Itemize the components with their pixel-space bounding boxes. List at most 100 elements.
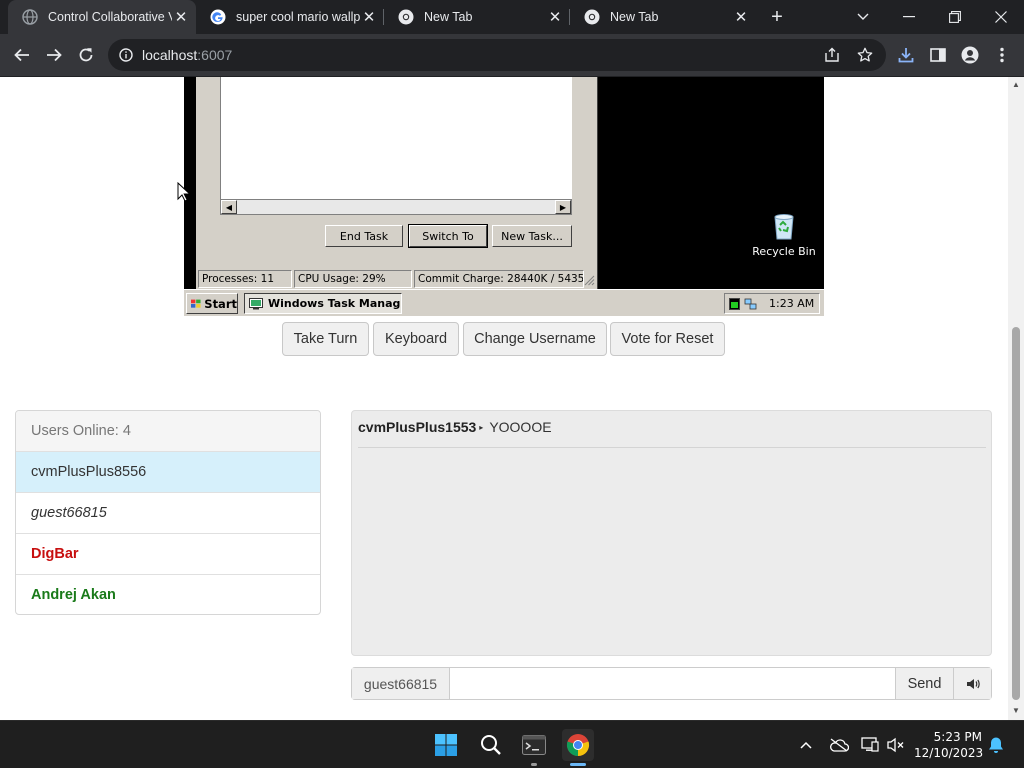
task-manager-icon <box>249 297 263 309</box>
tab-search-chevron-icon[interactable] <box>840 0 886 34</box>
chrome-icon <box>584 9 600 25</box>
onedrive-offline-icon[interactable] <box>829 735 849 755</box>
tray-network-icon[interactable] <box>744 298 757 310</box>
browser-tab-strip: Control Collaborative V ✕ super cool mar… <box>0 0 1024 34</box>
windows-start-icon[interactable] <box>430 729 462 761</box>
chat-panel: cvmPlusPlus1553 ▸ YOOOOE <box>351 410 992 656</box>
chat-message: cvmPlusPlus1553 ▸ YOOOOE <box>358 419 552 435</box>
forward-arrow-icon[interactable] <box>40 41 68 69</box>
menu-kebab-icon[interactable] <box>988 41 1016 69</box>
new-task-button[interactable]: New Task... <box>492 225 572 247</box>
chat-username-label: guest66815 <box>352 668 450 699</box>
chrome-icon <box>398 9 414 25</box>
close-tab-icon[interactable]: ✕ <box>732 8 750 26</box>
scroll-left-icon[interactable]: ◀ <box>221 200 237 214</box>
speaker-icon[interactable] <box>953 668 991 699</box>
task-list[interactable] <box>220 77 572 199</box>
tab-title: New Tab <box>424 10 473 24</box>
message-separator-icon: ▸ <box>479 423 484 432</box>
volume-muted-icon[interactable] <box>886 735 906 755</box>
chat-message-text: YOOOOE <box>489 419 552 435</box>
chrome-taskbar-icon[interactable] <box>562 729 594 761</box>
close-tab-icon[interactable]: ✕ <box>172 8 190 26</box>
user-list-item[interactable]: guest66815 <box>16 493 320 534</box>
start-label: Start <box>204 296 237 311</box>
tab-control-collaborative[interactable]: Control Collaborative V ✕ <box>8 0 196 34</box>
close-window-button[interactable] <box>978 0 1024 34</box>
tab-title: Control Collaborative V <box>48 10 172 24</box>
show-hidden-icons-chevron-icon[interactable] <box>796 735 816 755</box>
processes-count: Processes: 11 <box>198 270 292 288</box>
bookmark-star-icon[interactable] <box>857 47 873 63</box>
url-port: :6007 <box>197 47 233 63</box>
profile-icon[interactable] <box>956 41 984 69</box>
close-tab-icon[interactable]: ✕ <box>360 8 378 26</box>
commit-charge: Commit Charge: 28440K / 543536 <box>414 270 584 288</box>
scroll-down-icon[interactable]: ▼ <box>1012 707 1020 715</box>
chat-input[interactable] <box>450 668 895 699</box>
vm-clock: 1:23 AM <box>769 297 815 310</box>
chat-divider <box>358 447 986 448</box>
os-date: 12/10/2023 <box>914 746 984 760</box>
tab-new-tab-1[interactable]: New Tab ✕ <box>384 0 570 34</box>
page-scrollbar[interactable]: ▲ ▼ <box>1008 77 1024 720</box>
tray-cpu-meter-icon[interactable] <box>729 297 740 310</box>
user-list: Users Online: 4 cvmPlusPlus8556 guest668… <box>15 410 321 615</box>
vm-system-tray: 1:23 AM <box>724 293 820 314</box>
side-panel-icon[interactable] <box>924 41 952 69</box>
os-clock[interactable]: 5:23 PM 12/10/2023 <box>914 729 984 761</box>
send-button[interactable]: Send <box>895 668 953 699</box>
url-host: localhost <box>142 47 198 63</box>
recycle-bin-icon <box>774 214 794 240</box>
vm-start-button[interactable]: Start <box>186 293 238 314</box>
share-icon[interactable] <box>824 47 840 63</box>
search-icon[interactable] <box>475 729 507 761</box>
info-icon[interactable] <box>119 48 133 62</box>
vote-reset-button[interactable]: Vote for Reset <box>610 322 725 356</box>
chat-message-username: cvmPlusPlus1553 <box>358 419 477 435</box>
recycle-bin[interactable]: Recycle Bin <box>749 211 819 258</box>
new-tab-button[interactable]: + <box>765 6 789 28</box>
scrollbar-thumb[interactable] <box>1012 327 1020 700</box>
tab-new-tab-2[interactable]: New Tab ✕ <box>570 0 756 34</box>
download-icon[interactable] <box>892 41 920 69</box>
change-username-button[interactable]: Change Username <box>463 322 607 356</box>
tab-title: New Tab <box>610 10 659 24</box>
horizontal-scrollbar[interactable]: ◀ ▶ <box>220 199 572 215</box>
task-label: Windows Task Manag... <box>268 297 402 310</box>
notification-bell-icon[interactable] <box>986 735 1006 755</box>
minimize-button[interactable] <box>886 0 932 34</box>
vm-task-manager-taskbutton[interactable]: Windows Task Manag... <box>244 293 402 314</box>
keyboard-button[interactable]: Keyboard <box>373 322 459 356</box>
take-turn-button[interactable]: Take Turn <box>282 322 369 356</box>
user-list-item[interactable]: Andrej Akan <box>16 575 320 614</box>
scroll-up-icon[interactable]: ▲ <box>1012 81 1020 89</box>
user-list-item[interactable]: DigBar <box>16 534 320 575</box>
browser-toolbar: localhost:6007 <box>0 34 1024 76</box>
os-taskbar: 5:23 PM 12/10/2023 <box>0 720 1024 768</box>
globe-icon <box>22 9 38 25</box>
chrome-active-indicator <box>570 763 586 766</box>
recycle-bin-label: Recycle Bin <box>752 245 816 258</box>
chat-input-bar: guest66815 Send <box>351 667 992 700</box>
end-task-button[interactable]: End Task <box>325 225 403 247</box>
resize-grip-icon[interactable] <box>584 275 595 286</box>
reload-icon[interactable] <box>72 41 100 69</box>
restore-button[interactable] <box>932 0 978 34</box>
close-tab-icon[interactable]: ✕ <box>546 8 564 26</box>
scroll-right-icon[interactable]: ▶ <box>555 200 571 214</box>
vm-screen[interactable]: ◀ ▶ End Task Switch To New Task... Proce… <box>184 77 824 316</box>
user-list-item[interactable]: cvmPlusPlus8556 <box>16 452 320 493</box>
vm-taskbar: Start Windows Task Manag... 1:23 AM <box>184 289 824 316</box>
back-arrow-icon[interactable] <box>8 41 36 69</box>
switch-to-button[interactable]: Switch To <box>408 224 488 248</box>
mouse-cursor-icon <box>177 182 191 202</box>
google-icon <box>210 9 226 25</box>
network-display-icon[interactable] <box>860 735 880 755</box>
terminal-icon[interactable] <box>518 729 550 761</box>
tab-title: super cool mario wallp <box>236 10 360 24</box>
tab-mario-search[interactable]: super cool mario wallp ✕ <box>196 0 384 34</box>
address-bar[interactable]: localhost:6007 <box>108 39 886 71</box>
task-manager-window[interactable]: ◀ ▶ End Task Switch To New Task... Proce… <box>196 77 598 290</box>
os-time: 5:23 PM <box>933 730 982 744</box>
